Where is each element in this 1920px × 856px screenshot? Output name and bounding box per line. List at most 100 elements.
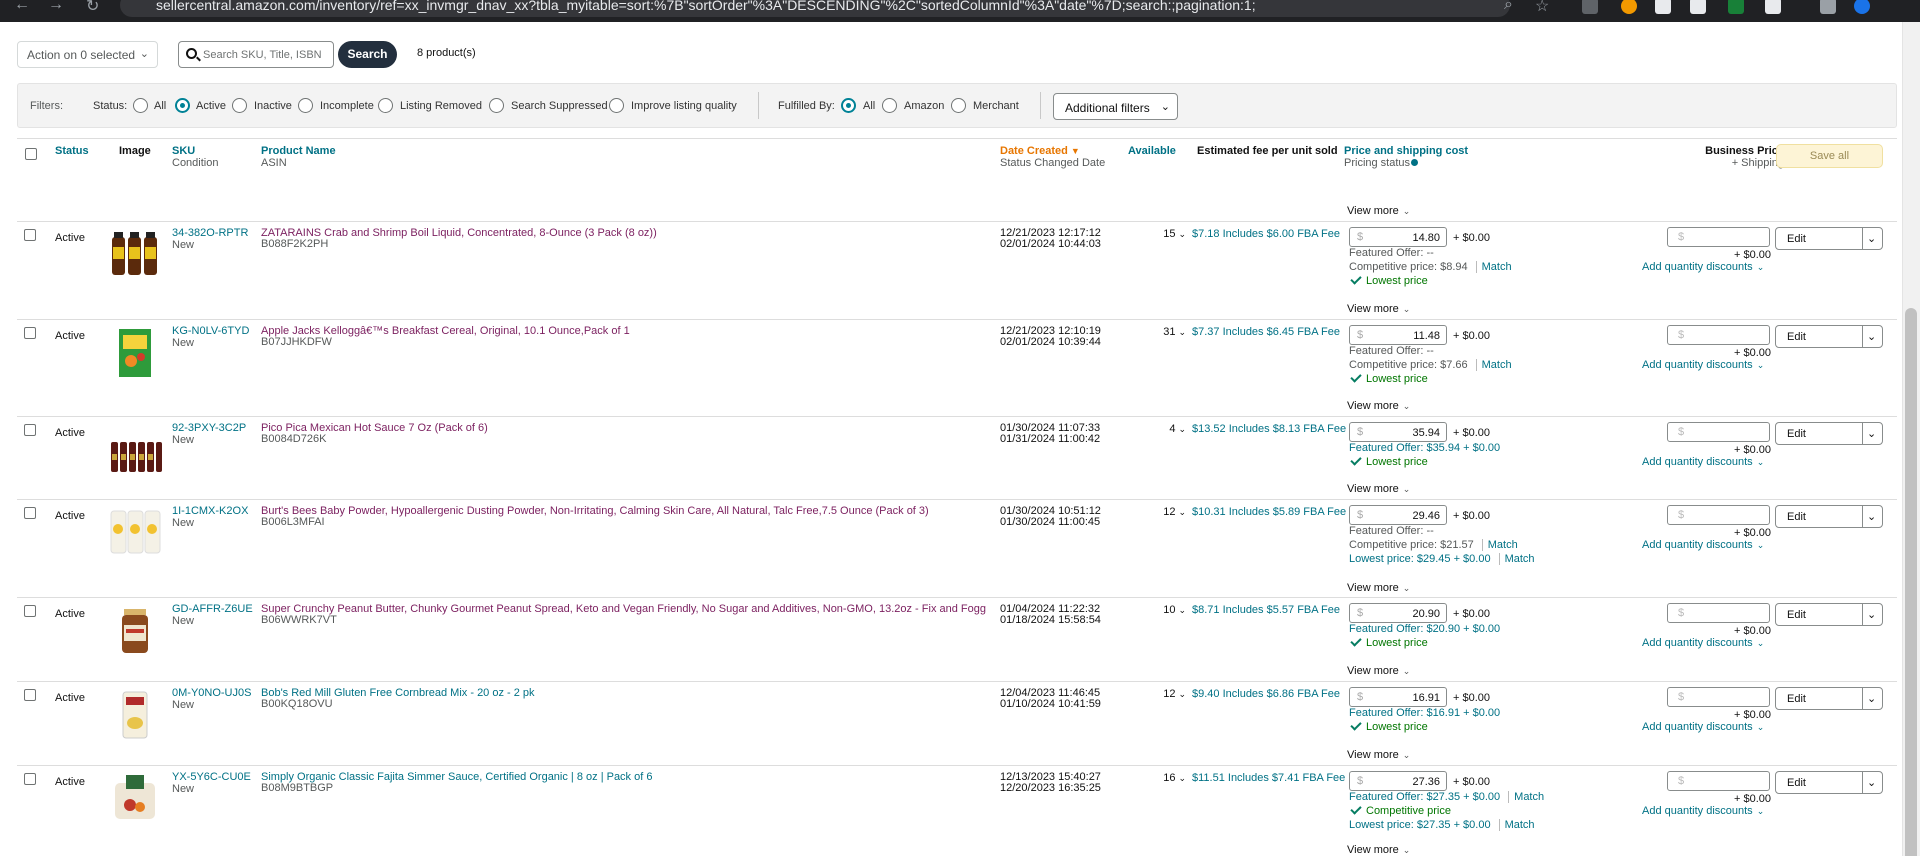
sku-link[interactable]: 1I-1CMX-K2OX: [172, 505, 248, 517]
status-removed-radio[interactable]: [378, 98, 393, 113]
match-link[interactable]: Match: [1481, 539, 1518, 551]
column-date-created[interactable]: Date Created ▼: [1000, 145, 1080, 157]
status-active-radio[interactable]: [175, 98, 190, 113]
browser-search-icon[interactable]: ⌕: [1504, 0, 1513, 14]
status-inactive-label[interactable]: Inactive: [254, 100, 292, 112]
business-price-input[interactable]: $: [1667, 422, 1770, 442]
column-product-name[interactable]: Product Name: [261, 145, 336, 157]
fulfilled-amazon-label[interactable]: Amazon: [904, 100, 944, 112]
chevron-down-icon[interactable]: ⌄: [1867, 427, 1876, 440]
add-quantity-discounts-link[interactable]: Add quantity discounts ⌄: [1642, 637, 1764, 649]
fulfilled-merchant-radio[interactable]: [951, 98, 966, 113]
product-name-link[interactable]: Burt's Bees Baby Powder, Hypoallergenic …: [261, 505, 929, 517]
sku-link[interactable]: GD-AFFR-Z6UE: [172, 603, 253, 615]
available-dropdown[interactable]: 12 ⌄: [1150, 506, 1186, 518]
add-quantity-discounts-link[interactable]: Add quantity discounts ⌄: [1642, 359, 1764, 371]
extension-orange-icon[interactable]: [1621, 0, 1637, 14]
product-image[interactable]: [109, 327, 162, 377]
fulfilled-merchant-label[interactable]: Merchant: [973, 100, 1019, 112]
fee-link[interactable]: $9.40 Includes $6.86 FBA Fee: [1192, 688, 1340, 700]
business-price-input[interactable]: $: [1667, 603, 1770, 623]
view-more-link[interactable]: View more ⌄: [1347, 665, 1410, 677]
product-image[interactable]: [109, 424, 162, 474]
row-checkbox[interactable]: [24, 507, 36, 519]
status-all-radio[interactable]: [133, 98, 148, 113]
row-checkbox[interactable]: [24, 605, 36, 617]
match-link[interactable]: Match: [1498, 553, 1535, 565]
scrollbar[interactable]: [1902, 22, 1920, 856]
chevron-down-icon[interactable]: ⌄: [1867, 232, 1876, 245]
extension-off-icon[interactable]: [1582, 0, 1598, 14]
product-image[interactable]: [109, 605, 162, 655]
fee-link[interactable]: $11.51 Includes $7.41 FBA Fee: [1192, 772, 1345, 784]
search-button[interactable]: Search: [338, 41, 397, 68]
fee-link[interactable]: $13.52 Includes $8.13 FBA Fee: [1192, 423, 1346, 435]
fulfilled-amazon-radio[interactable]: [882, 98, 897, 113]
business-price-input[interactable]: $: [1667, 227, 1770, 247]
sku-link[interactable]: KG-N0LV-6TYD: [172, 325, 249, 337]
available-dropdown[interactable]: 16 ⌄: [1150, 772, 1186, 784]
status-suppressed-label[interactable]: Search Suppressed: [511, 100, 608, 112]
view-more-link[interactable]: View more ⌄: [1347, 303, 1410, 315]
status-suppressed-radio[interactable]: [489, 98, 504, 113]
view-more-link[interactable]: View more ⌄: [1347, 205, 1410, 217]
extension-dollar-icon[interactable]: [1728, 0, 1744, 14]
add-quantity-discounts-link[interactable]: Add quantity discounts ⌄: [1642, 456, 1764, 468]
match-link[interactable]: Match: [1508, 791, 1545, 803]
status-improve-label[interactable]: Improve listing quality: [631, 100, 737, 112]
match-link[interactable]: Match: [1498, 819, 1535, 831]
row-checkbox[interactable]: [24, 689, 36, 701]
search-input[interactable]: [203, 46, 329, 64]
select-all-checkbox[interactable]: [25, 148, 37, 160]
status-inactive-radio[interactable]: [232, 98, 247, 113]
view-more-link[interactable]: View more ⌄: [1347, 483, 1410, 495]
row-checkbox[interactable]: [24, 327, 36, 339]
chevron-down-icon[interactable]: ⌄: [1867, 692, 1876, 705]
product-image[interactable]: [109, 229, 162, 279]
forward-icon[interactable]: →: [48, 0, 64, 14]
business-price-input[interactable]: $: [1667, 771, 1770, 791]
edit-button[interactable]: Edit ⌄: [1775, 325, 1883, 348]
sku-link[interactable]: YX-5Y6C-CU0E: [172, 771, 251, 783]
chevron-down-icon[interactable]: ⌄: [1867, 330, 1876, 343]
bookmark-star-icon[interactable]: ☆: [1535, 0, 1549, 16]
fee-link[interactable]: $8.71 Includes $5.57 FBA Fee: [1192, 604, 1340, 616]
match-link[interactable]: Match: [1475, 261, 1512, 273]
status-incomplete-label[interactable]: Incomplete: [320, 100, 374, 112]
edit-button[interactable]: Edit ⌄: [1775, 687, 1883, 710]
sku-link[interactable]: 92-3PXY-3C2P: [172, 422, 246, 434]
edit-button[interactable]: Edit ⌄: [1775, 771, 1883, 794]
available-dropdown[interactable]: 10 ⌄: [1150, 604, 1186, 616]
search-field[interactable]: [178, 41, 334, 68]
save-all-button[interactable]: Save all: [1776, 144, 1883, 168]
edit-button[interactable]: Edit ⌄: [1775, 505, 1883, 528]
product-image[interactable]: [109, 773, 162, 823]
status-all-label[interactable]: All: [154, 100, 166, 112]
column-price-shipping[interactable]: Price and shipping cost: [1344, 145, 1468, 157]
available-dropdown[interactable]: 4 ⌄: [1150, 423, 1186, 435]
profile-avatar[interactable]: [1854, 0, 1870, 14]
status-removed-label[interactable]: Listing Removed: [400, 100, 482, 112]
view-more-link[interactable]: View more ⌄: [1347, 749, 1410, 761]
additional-filters-button[interactable]: Additional filters ⌄: [1053, 93, 1178, 120]
chevron-down-icon[interactable]: ⌄: [1867, 510, 1876, 523]
add-quantity-discounts-link[interactable]: Add quantity discounts ⌄: [1642, 261, 1764, 273]
sidepanel-icon[interactable]: [1820, 0, 1836, 14]
add-quantity-discounts-link[interactable]: Add quantity discounts ⌄: [1642, 721, 1764, 733]
bulk-action-dropdown[interactable]: Action on 0 selected ⌄: [17, 41, 158, 68]
view-more-link[interactable]: View more ⌄: [1347, 582, 1410, 594]
address-bar[interactable]: sellercentral.amazon.com/inventory/ref=x…: [120, 0, 1510, 17]
view-more-link[interactable]: View more ⌄: [1347, 844, 1410, 856]
fee-link[interactable]: $7.18 Includes $6.00 FBA Fee: [1192, 228, 1340, 240]
match-link[interactable]: Match: [1475, 359, 1512, 371]
edit-button[interactable]: Edit ⌄: [1775, 227, 1883, 250]
row-checkbox[interactable]: [24, 229, 36, 241]
available-dropdown[interactable]: 31 ⌄: [1150, 326, 1186, 338]
available-dropdown[interactable]: 15 ⌄: [1150, 228, 1186, 240]
fulfilled-all-radio[interactable]: [841, 98, 856, 113]
column-sku[interactable]: SKU: [172, 145, 195, 157]
column-available[interactable]: Available: [1128, 145, 1176, 157]
add-quantity-discounts-link[interactable]: Add quantity discounts ⌄: [1642, 805, 1764, 817]
fee-link[interactable]: $7.37 Includes $6.45 FBA Fee: [1192, 326, 1340, 338]
status-improve-radio[interactable]: [609, 98, 624, 113]
